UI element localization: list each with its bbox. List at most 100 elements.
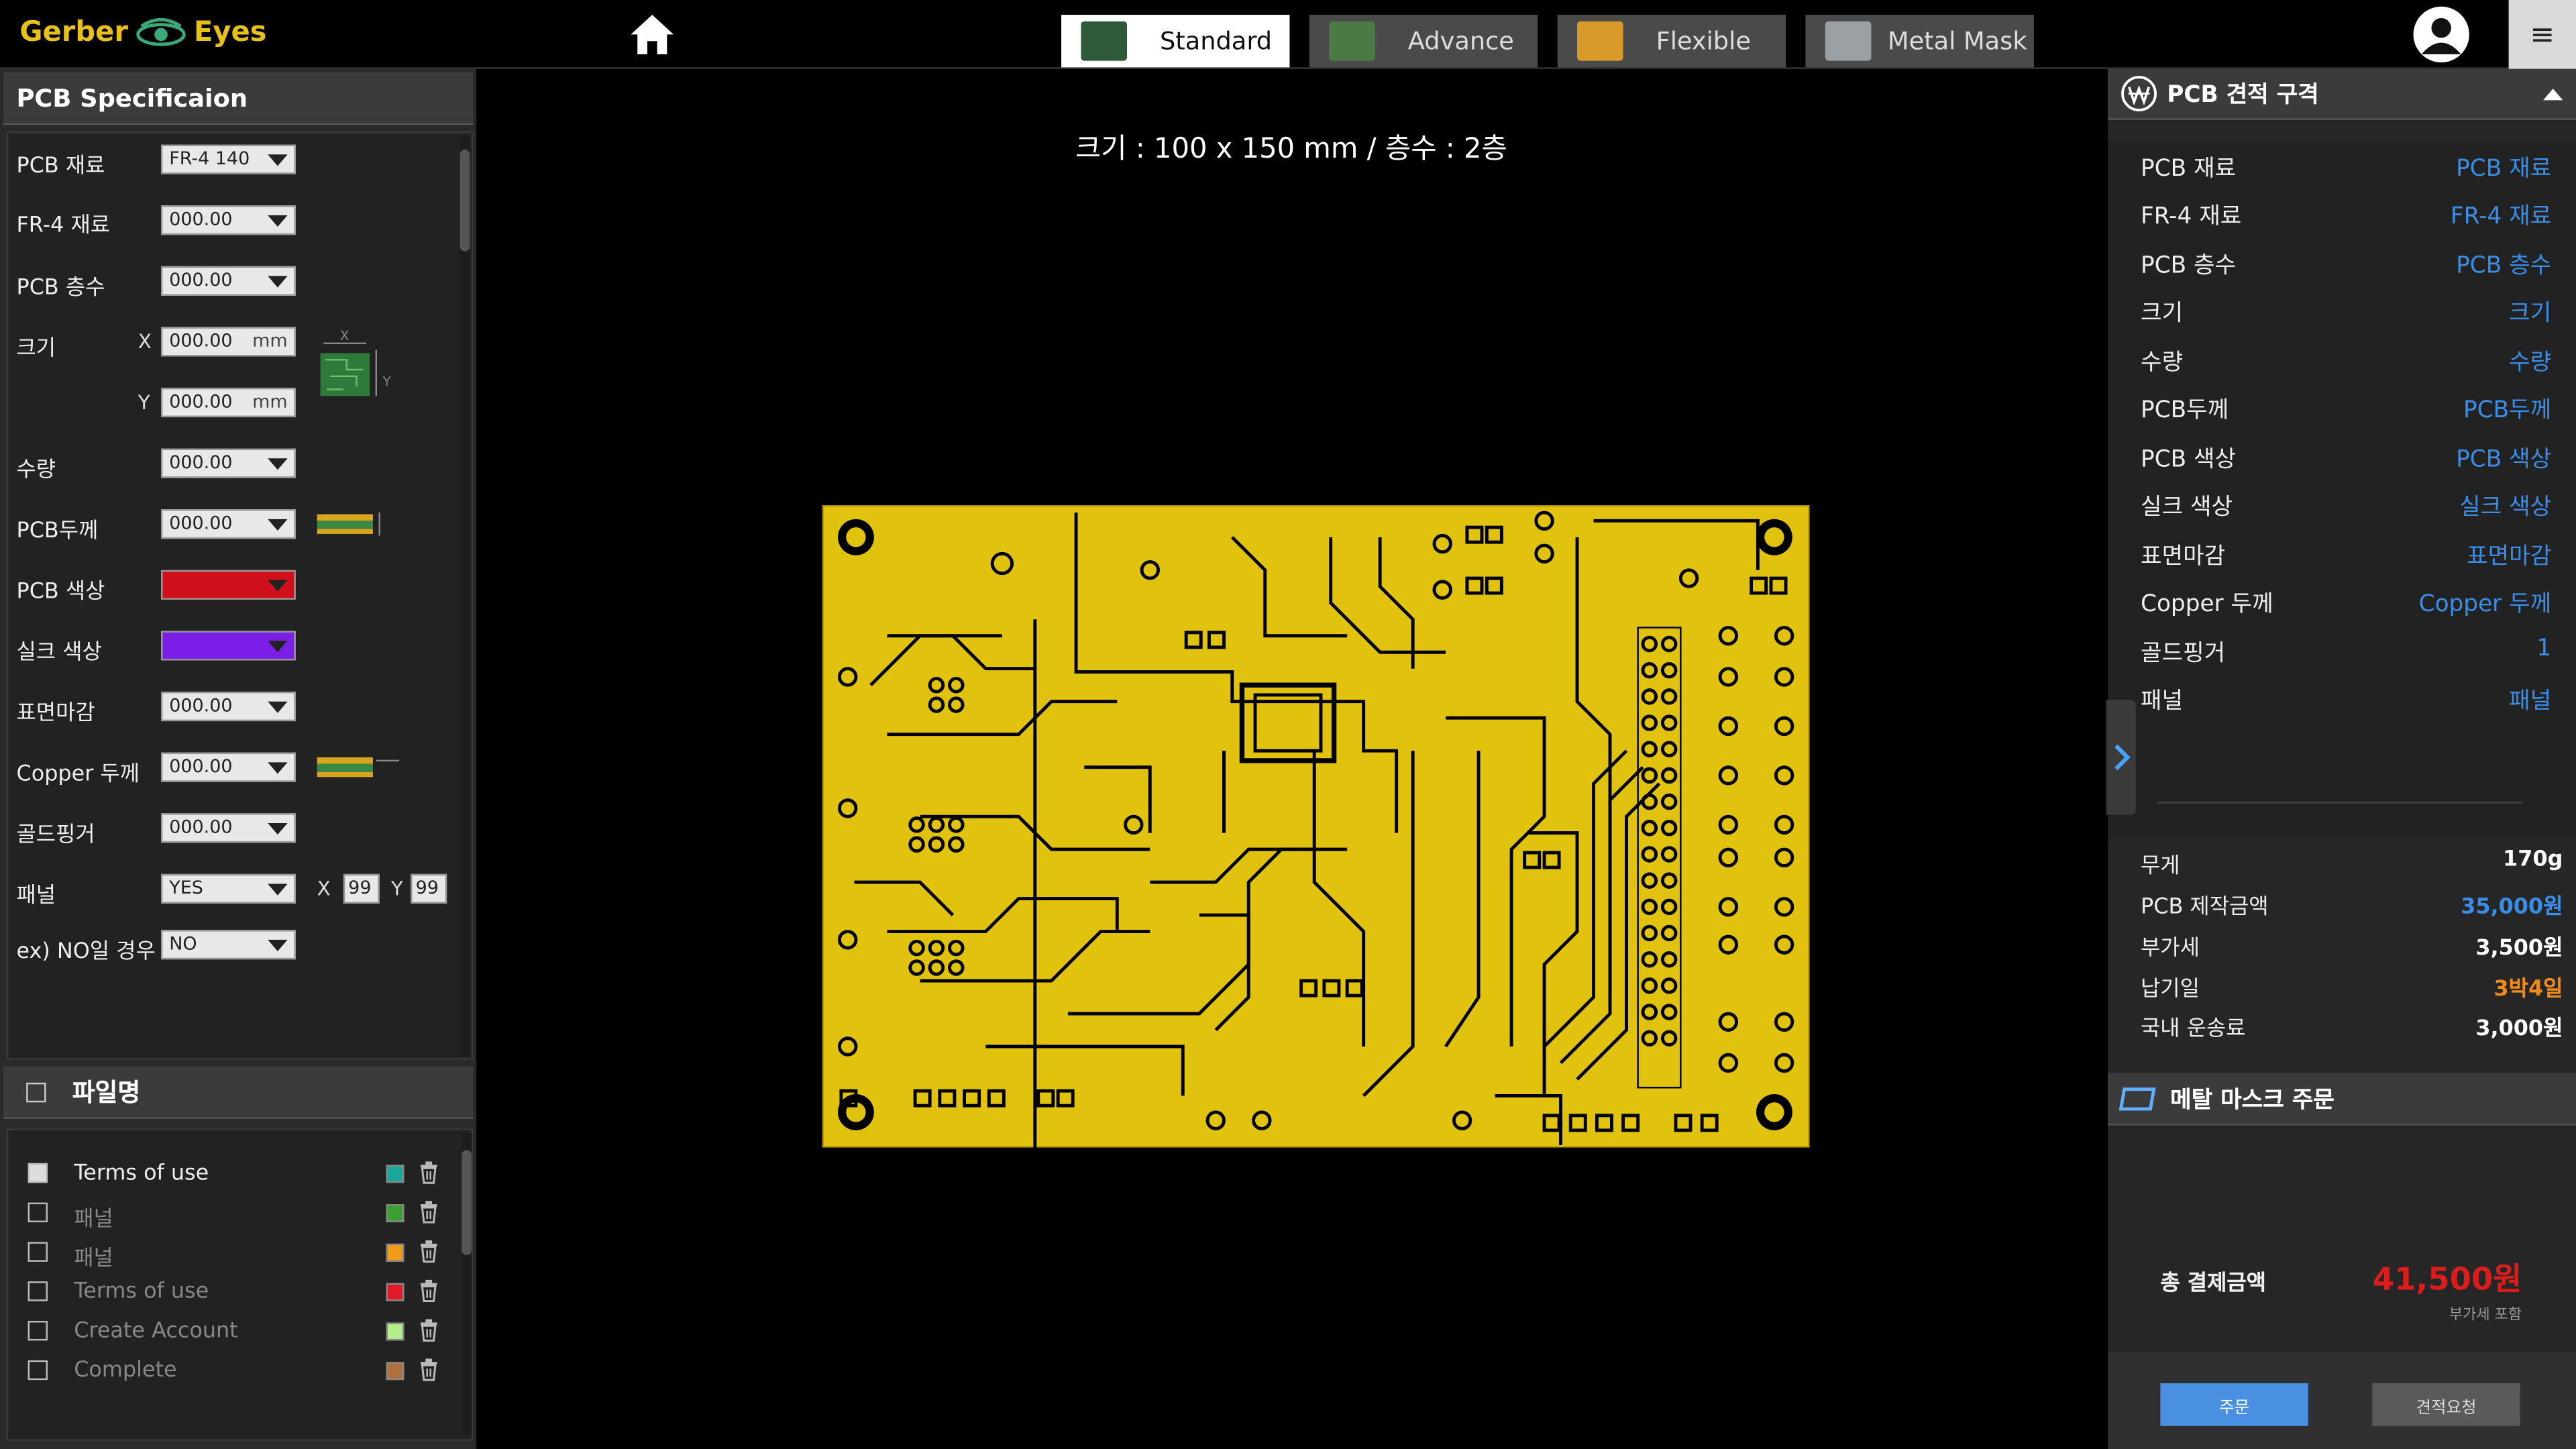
file-checkbox[interactable] [28,1242,48,1262]
file-checkbox[interactable] [28,1320,48,1341]
spec-label-thickness: PCB두께 [16,519,99,544]
quote-request-button[interactable]: 견적요청 [2372,1383,2520,1426]
top-bar: Gerber Eyes Standard Advance Flexible Me… [0,0,2576,69]
pcb-gerber-preview[interactable] [821,504,1811,1148]
tab-metal-mask-label: Metal Mask [1887,26,2027,56]
fr4-select[interactable]: 000.00 [161,205,296,235]
layer-color-swatch[interactable] [386,1283,405,1301]
spec-scrollbar[interactable] [460,136,470,1057]
spec-label-silk-color: 실크 색상 [16,641,102,665]
copper-diagram-icon [317,757,400,777]
chevron-down-icon [268,939,288,951]
divider [2157,802,2522,804]
size-y-input[interactable]: 000.00 mm [161,387,296,418]
user-avatar-icon[interactable] [2412,5,2471,64]
quantity-select[interactable]: 000.00 [161,448,296,478]
chevron-down-icon [268,641,288,653]
spec-label-gold: 골드핑거 [16,822,95,848]
file-checkbox[interactable] [28,1163,48,1183]
order-button[interactable]: 주문 [2160,1383,2308,1426]
gold-finger-select[interactable]: 000.00 [161,813,296,843]
copper-select[interactable]: 000.00 [161,752,296,782]
spec-label-fr4: FR-4 재료 [16,213,111,239]
file-row[interactable]: Terms of use [25,1161,443,1191]
material-select[interactable]: FR-4 140 [161,144,296,174]
no-case-select[interactable]: NO [161,930,296,960]
file-checkbox[interactable] [28,1360,48,1381]
file-row[interactable]: 패널 [25,1240,443,1272]
file-row[interactable]: Terms of use [25,1279,443,1309]
size-x-input[interactable]: 000.00 mm [161,327,296,357]
file-row[interactable]: Create Account [25,1319,443,1349]
panel-toggle[interactable] [2106,700,2136,815]
tab-standard[interactable]: Standard [1061,15,1290,68]
metal-mask-thumb-icon [1825,21,1872,61]
file-checkbox[interactable] [28,1202,48,1223]
spec-label-qty: 수량 [16,458,56,484]
trash-icon[interactable] [419,1161,438,1184]
panel-y-label: Y [390,877,403,901]
thickness-diagram-icon [317,513,380,536]
size-x-label: X [138,330,152,354]
file-scrollbar-thumb[interactable] [462,1150,472,1256]
layer-color-swatch[interactable] [386,1243,405,1262]
home-icon[interactable] [628,11,677,58]
logo[interactable]: Gerber Eyes [19,16,266,49]
layer-color-swatch[interactable] [386,1322,405,1341]
spec-label-size: 크기 [16,337,56,362]
tab-metal-mask[interactable]: Metal Mask [1805,15,2034,68]
file-name: 패널 [74,1208,113,1232]
spec-panel-header: PCB Specificaion [3,72,474,125]
trash-icon[interactable] [419,1240,438,1263]
trash-icon[interactable] [419,1358,438,1381]
finish-select[interactable]: 000.00 [161,692,296,722]
file-panel-header: 파일명 [3,1066,474,1119]
select-all-checkbox[interactable] [26,1081,46,1102]
chevron-down-icon [268,701,288,713]
spec-label-pcb-color: PCB 색상 [16,580,105,605]
file-checkbox[interactable] [28,1281,48,1301]
panel-x-input[interactable]: 99 [343,873,380,904]
chevron-down-icon [268,458,288,470]
board-size-diagram-icon: X Y [320,328,391,396]
silk-color-select[interactable] [161,631,296,661]
app-root: Gerber Eyes Standard Advance Flexible Me… [0,0,2576,1449]
chevron-down-icon [268,580,288,592]
size-y-label: Y [138,390,150,415]
spec-label-material: PCB 재료 [16,154,105,179]
spec-scrollbar-thumb[interactable] [460,149,470,252]
logo-text-left: Gerber [19,16,128,50]
trash-icon[interactable] [419,1201,438,1224]
chevron-up-icon[interactable] [2543,89,2563,101]
layer-color-swatch[interactable] [386,1165,405,1183]
chevron-down-icon [268,215,288,227]
panel-select[interactable]: YES [161,873,296,904]
quote-panel-title: PCB 견적 구격 [2167,82,2319,109]
file-row[interactable]: Complete [25,1358,443,1388]
pcb-color-select[interactable] [161,570,296,600]
hamburger-menu-icon[interactable]: ≡ [2508,0,2576,69]
vat-note: 부가세 포함 [2449,1307,2522,1324]
metal-mask-title: 메탈 마스크 주문 [2170,1087,2334,1114]
quote-panel-header[interactable]: PCB 견적 구격 [2108,68,2576,120]
tab-advance[interactable]: Advance [1309,15,1538,68]
panel-y-input[interactable]: 99 [411,873,447,904]
file-name: 패널 [74,1246,113,1272]
diagram-x-label: X [340,328,349,343]
thickness-select[interactable]: 000.00 [161,509,296,539]
spec-label-copper: Copper 두께 [16,762,140,788]
layer-color-swatch[interactable] [386,1362,405,1381]
layer-color-swatch[interactable] [386,1204,405,1223]
trash-icon[interactable] [419,1279,438,1303]
file-row[interactable]: 패널 [25,1201,443,1232]
file-name: Complete [74,1358,177,1384]
metal-mask-icon [2118,1087,2156,1110]
panel-x-label: X [317,877,331,901]
trash-icon[interactable] [419,1319,438,1342]
tab-flexible[interactable]: Flexible [1557,15,1786,68]
layers-select[interactable]: 000.00 [161,266,296,296]
chevron-down-icon [268,519,288,531]
file-name: Terms of use [74,1161,209,1187]
metal-mask-header[interactable]: 메탈 마스크 주문 [2108,1073,2576,1126]
chevron-down-icon [268,822,288,835]
